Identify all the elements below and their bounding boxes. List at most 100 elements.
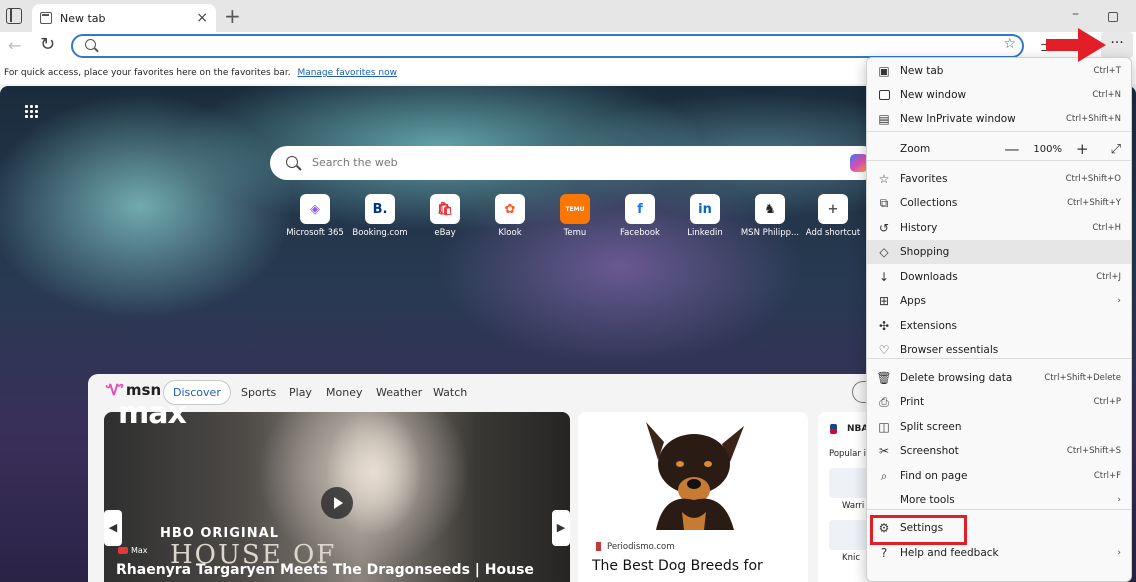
menu-item-label: Browser essentials <box>900 344 999 356</box>
chevron-right-icon: › <box>1117 495 1121 505</box>
menu-item-label: Delete browsing data <box>900 372 1013 384</box>
shortcut-ebay[interactable]: 🛍 eBay <box>413 194 477 238</box>
play-icon[interactable] <box>321 487 353 519</box>
shortcut-linkedin[interactable]: in Linkedin <box>673 194 737 238</box>
settings-highlight-box <box>870 515 967 545</box>
shortcut-icon: 🛍 <box>430 194 460 224</box>
menu-item-new-window[interactable]: New window Ctrl+N <box>867 83 1131 107</box>
shortcut-msn-philipp[interactable]: ♞ MSN Philipp... <box>738 194 802 238</box>
new-window-icon <box>877 88 891 102</box>
team-logo-knicks[interactable] <box>829 520 869 550</box>
apps-icon: ⊞ <box>878 294 890 308</box>
menu-item-delete-browsing-data[interactable]: 🗑 Delete browsing data Ctrl+Shift+Delete <box>867 366 1131 390</box>
tab-play[interactable]: Play <box>289 386 312 399</box>
carousel-next-button[interactable]: ▶ <box>552 510 570 546</box>
keyboard-shortcut: Ctrl+J <box>1096 272 1121 282</box>
manage-favorites-link[interactable]: Manage favorites now <box>297 68 397 78</box>
popular-label: Popular i <box>829 449 866 459</box>
search-icon <box>85 39 96 50</box>
menu-item-new-inprivate-window[interactable]: ▤ New InPrivate window Ctrl+Shift+N <box>867 107 1131 131</box>
menu-item-favorites[interactable]: ☆ Favorites Ctrl+Shift+O <box>867 167 1131 191</box>
menu-item-apps[interactable]: ⊞ Apps › <box>867 289 1131 313</box>
shortcut-label: Temu <box>563 228 587 238</box>
zoom-control: — 100% + ⤢ <box>1004 140 1121 158</box>
menu-item-new-tab[interactable]: ▣ New tab Ctrl+T <box>867 59 1131 83</box>
chevron-right-icon: › <box>1117 296 1121 306</box>
shortcut-microsoft-365[interactable]: ◈ Microsoft 365 <box>283 194 347 238</box>
shortcut-temu[interactable]: TEMU Temu <box>543 194 607 238</box>
new-tab-button[interactable]: + <box>224 6 241 26</box>
sidebar-toggle-icon[interactable] <box>6 8 22 24</box>
menu-item-history[interactable]: ↺ History Ctrl+H <box>867 216 1131 240</box>
card-headline[interactable]: Rhaenyra Targaryen Meets The Dragonseeds… <box>116 562 534 578</box>
shortcut-label: Klook <box>498 228 522 238</box>
menu-item-more-tools[interactable]: More tools › <box>867 488 1131 512</box>
shortcut-label: MSN Philipp... <box>740 228 800 238</box>
menu-item-extensions[interactable]: ✣ Extensions <box>867 314 1131 338</box>
menu-item-browser-essentials[interactable]: ♡ Browser essentials <box>867 338 1131 362</box>
menu-item-find-on-page[interactable]: ⌕ Find on page Ctrl+F <box>867 464 1131 488</box>
shortcut-klook[interactable]: ✿ Klook <box>478 194 542 238</box>
menu-item-print[interactable]: ⎙ Print Ctrl+P <box>867 390 1131 414</box>
team-name: Knic <box>842 553 860 563</box>
maximize-icon[interactable] <box>1108 12 1118 22</box>
shortcut-icon: f <box>625 194 655 224</box>
menu-item-label: Favorites <box>900 173 948 185</box>
zoom-out-button[interactable]: — <box>1004 140 1019 158</box>
shortcut-add-shortcut[interactable]: + Add shortcut <box>801 194 865 238</box>
minimize-icon[interactable]: – <box>1072 6 1079 22</box>
favorite-star-icon[interactable]: ☆ <box>1003 36 1016 52</box>
zoom-spacer <box>877 142 891 156</box>
menu-item-shopping[interactable]: ◇ Shopping <box>867 240 1131 264</box>
web-search-box[interactable]: Search the web <box>270 146 880 180</box>
tab-title: New tab <box>60 11 106 25</box>
trash-icon: 🗑 <box>876 371 892 385</box>
card-headline[interactable]: The Best Dog Breeds for <box>592 558 763 574</box>
tab-sports[interactable]: Sports <box>241 386 276 399</box>
screenshot-icon: ✂ <box>878 444 890 458</box>
menu-item-label: Print <box>900 396 925 408</box>
shortcut-booking-com[interactable]: B. Booking.com <box>348 194 412 238</box>
card-source: Max <box>118 546 148 555</box>
refresh-icon[interactable]: ↻ <box>40 34 55 55</box>
menu-item-split-screen[interactable]: ◫ Split screen <box>867 415 1131 439</box>
menu-item-label: Help and feedback <box>900 547 999 559</box>
tab-money[interactable]: Money <box>326 386 362 399</box>
help-icon: ? <box>880 546 888 560</box>
menu-item-label: Screenshot <box>900 445 959 457</box>
keyboard-shortcut: Ctrl+Shift+Y <box>1067 198 1121 208</box>
menu-item-label: Apps <box>900 295 926 307</box>
carousel-prev-button[interactable]: ◀ <box>104 510 122 546</box>
split-screen-icon: ◫ <box>878 420 890 434</box>
back-arrow-icon[interactable]: ← <box>8 36 21 55</box>
shortcut-facebook[interactable]: f Facebook <box>608 194 672 238</box>
extensions-icon: ✣ <box>878 319 890 333</box>
menu-item-collections[interactable]: ⧉ Collections Ctrl+Shift+Y <box>867 191 1131 215</box>
menu-item-downloads[interactable]: ↓ Downloads Ctrl+J <box>867 265 1131 289</box>
menu-item-label: New window <box>900 89 967 101</box>
zoom-in-button[interactable]: + <box>1076 140 1089 158</box>
tab-weather[interactable]: Weather <box>376 386 422 399</box>
tab-close-icon[interactable]: × <box>196 10 208 26</box>
shortcut-label: Linkedin <box>687 228 723 238</box>
max-logo: max <box>118 396 187 431</box>
menu-item-zoom[interactable]: Zoom — 100% + ⤢ <box>867 137 1131 161</box>
keyboard-shortcut: Ctrl+N <box>1092 90 1121 100</box>
tab-watch[interactable]: Watch <box>433 386 467 399</box>
fullscreen-icon[interactable]: ⤢ <box>1111 142 1121 157</box>
shortcut-label: Facebook <box>620 228 660 238</box>
tab-new-tab[interactable]: New tab × <box>32 4 216 32</box>
keyboard-shortcut: Ctrl+Shift+N <box>1065 114 1121 124</box>
address-bar-input[interactable]: ☆ <box>71 34 1024 58</box>
doberman-image <box>646 422 744 530</box>
shortcut-icon: ✿ <box>495 194 525 224</box>
shortcut-icon: ◈ <box>300 194 330 224</box>
shortcut-label: eBay <box>434 228 456 238</box>
card-source: Periodismo.com <box>596 542 674 552</box>
app-launcher-icon[interactable] <box>24 104 38 118</box>
team-logo-warriors[interactable] <box>829 468 869 498</box>
nba-logo-icon <box>830 424 837 434</box>
keyboard-shortcut: Ctrl+T <box>1093 66 1121 76</box>
menu-item-label: Downloads <box>900 271 958 283</box>
menu-item-screenshot[interactable]: ✂ Screenshot Ctrl+Shift+S <box>867 439 1131 463</box>
